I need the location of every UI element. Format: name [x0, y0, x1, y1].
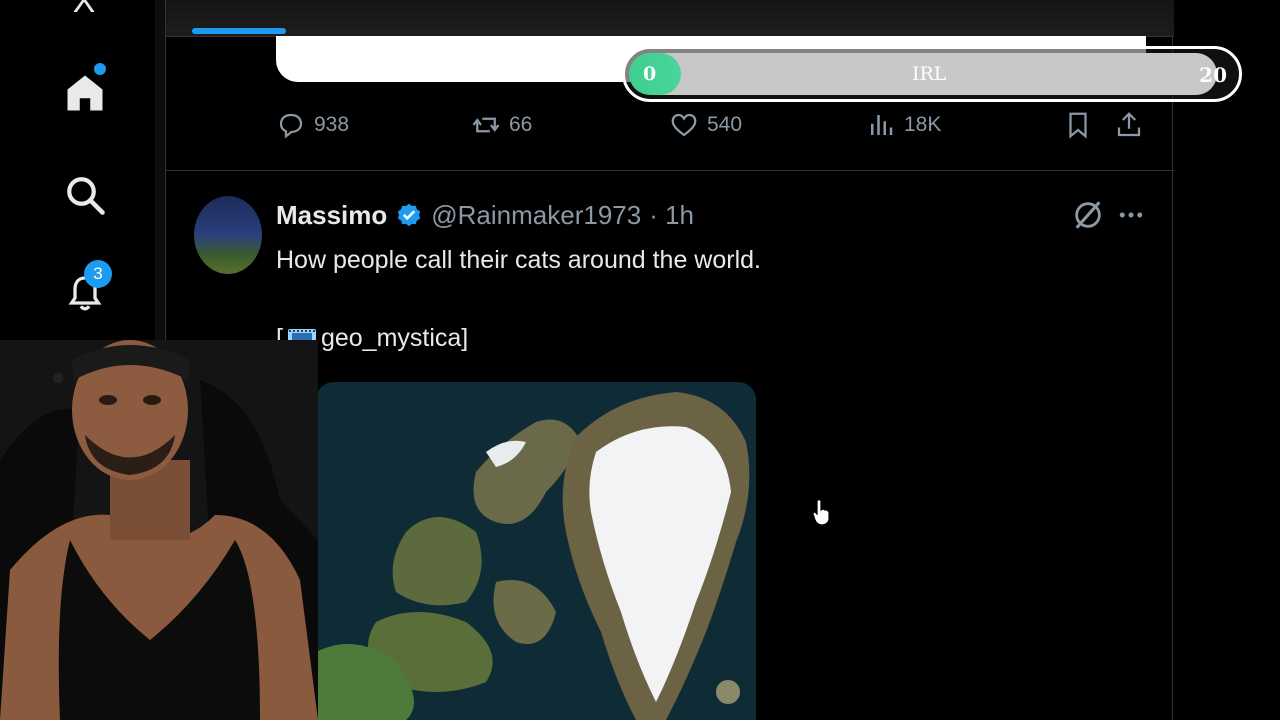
timeline-tab-bar [166, 0, 1174, 36]
repost-button[interactable]: 66 [471, 110, 532, 140]
grok-icon[interactable] [1071, 198, 1105, 232]
verified-badge-icon [398, 203, 421, 226]
webcam-overlay [0, 340, 318, 720]
bookmark-icon [1069, 112, 1087, 139]
views-button[interactable]: 18K [866, 110, 941, 140]
views-icon [871, 115, 893, 135]
tweet-text: How people call their cats around the wo… [276, 246, 761, 274]
more-options-icon[interactable] [1116, 200, 1146, 230]
reply-count: 938 [314, 113, 350, 136]
author-name[interactable]: Massimo [276, 200, 387, 231]
post-divider [166, 170, 1174, 171]
avatar[interactable] [194, 196, 262, 274]
search-icon[interactable] [62, 172, 108, 218]
repost-count: 66 [509, 113, 533, 136]
streamer-webcam-image [0, 340, 318, 720]
tweet-header: Massimo @Rainmaker1973 · 1h [276, 200, 694, 231]
post-time[interactable]: · 1h [649, 200, 694, 231]
views-count: 18K [904, 113, 942, 136]
irl-progress-overlay: 0 IRL 20 [622, 46, 1242, 102]
mouse-cursor-icon [812, 499, 830, 526]
irl-max-value: 20 [1199, 63, 1227, 87]
active-tab-indicator [192, 28, 286, 34]
repost-icon [472, 117, 500, 133]
home-unread-dot [94, 63, 106, 75]
share-icon [1117, 112, 1141, 137]
irl-min-value: 0 [643, 63, 657, 85]
reply-icon [279, 113, 303, 139]
author-handle[interactable]: @Rainmaker1973 [431, 200, 641, 231]
like-button[interactable]: 540 [669, 110, 742, 140]
irl-label: IRL [912, 63, 947, 85]
heart-icon [671, 113, 697, 137]
reply-button[interactable]: 938 [276, 110, 349, 140]
like-count: 540 [707, 113, 743, 136]
notifications-badge: 3 [84, 260, 112, 288]
credit-handle[interactable]: geo_mystica] [321, 324, 468, 353]
tweet-media-map[interactable] [316, 382, 756, 720]
share-button[interactable] [1114, 110, 1144, 140]
bookmark-button[interactable] [1063, 110, 1093, 140]
x-logo-icon[interactable]: X [62, 0, 106, 20]
greenland-map-image [316, 382, 756, 720]
